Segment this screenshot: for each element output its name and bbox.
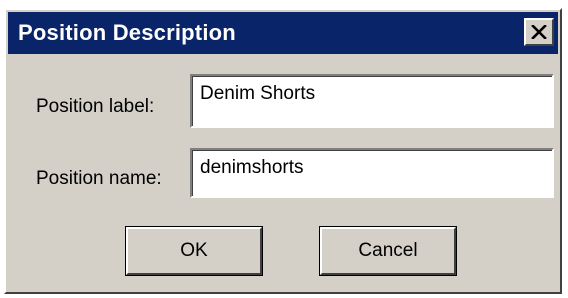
close-x-icon — [531, 25, 547, 39]
position-name-caption: Position name: — [36, 168, 162, 189]
dialog-titlebar[interactable]: Position Description — [8, 12, 558, 54]
cancel-button[interactable]: Cancel — [320, 227, 456, 275]
position-name-input[interactable]: denimshorts — [190, 148, 554, 198]
position-description-dialog: Position Description Position label: Den… — [4, 8, 562, 294]
ok-button[interactable]: OK — [126, 227, 262, 275]
position-label-caption: Position label: — [36, 96, 155, 117]
close-button[interactable] — [524, 18, 554, 46]
dialog-title: Position Description — [18, 20, 236, 45]
position-label-input[interactable]: Denim Shorts — [190, 74, 554, 128]
